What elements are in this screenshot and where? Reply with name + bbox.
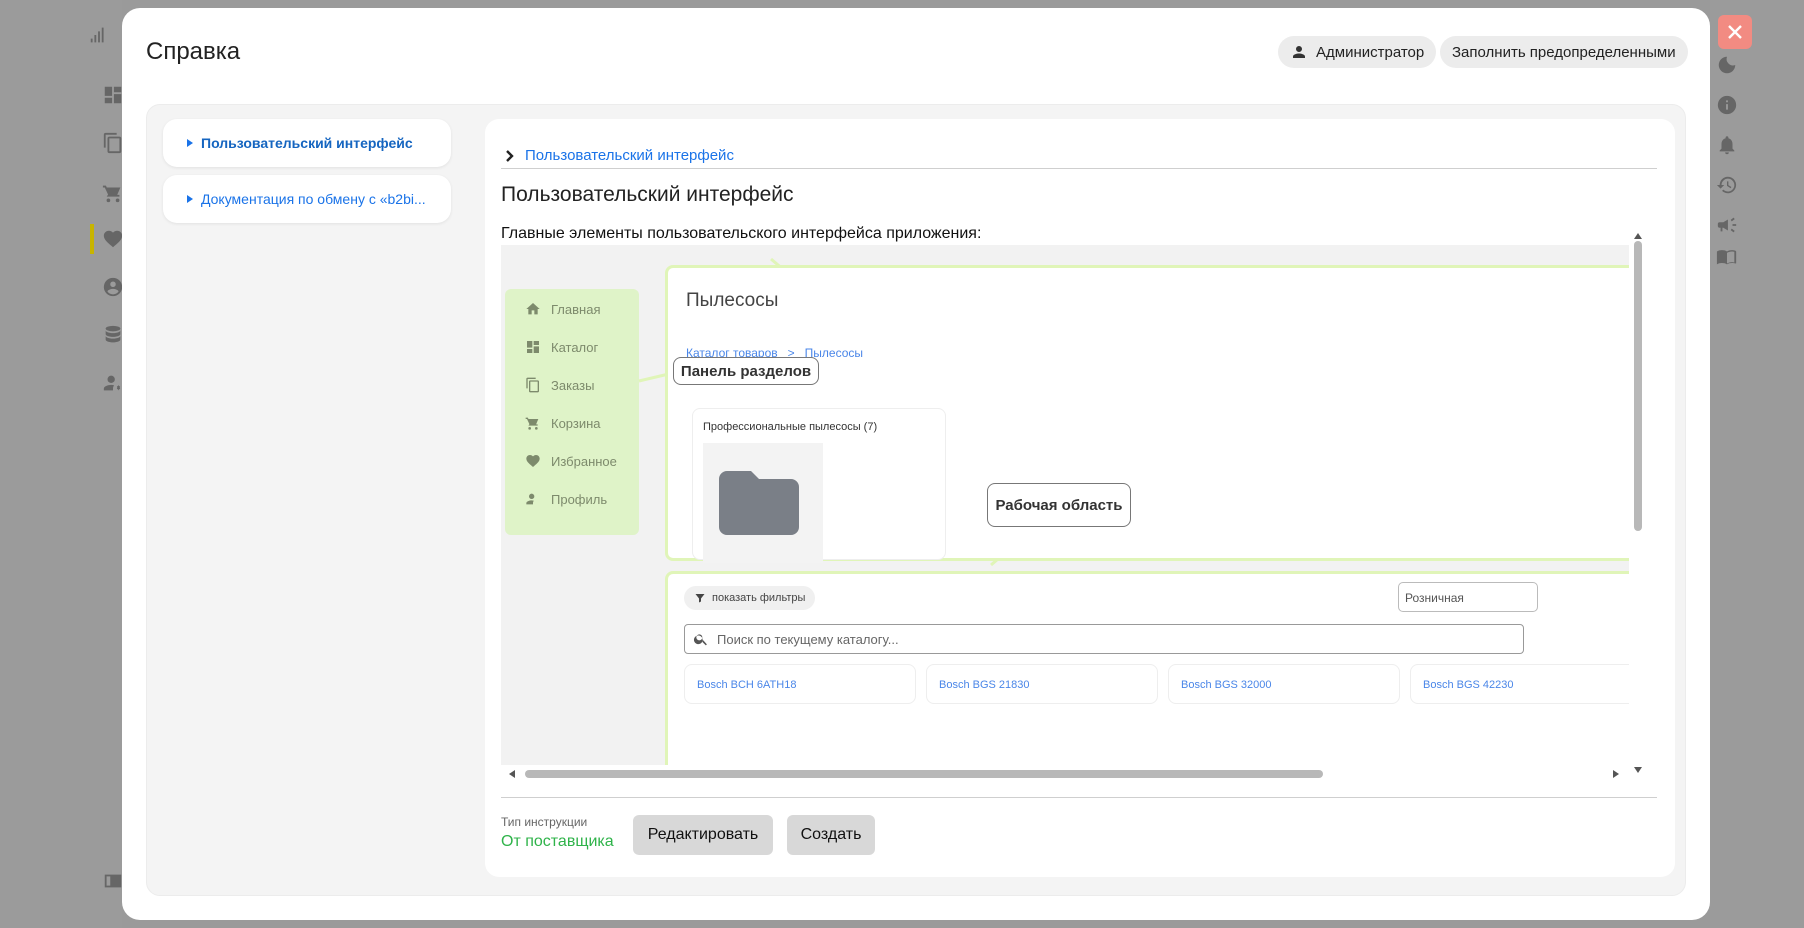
fill-predefined-button[interactable]: Заполнить предопределенными — [1440, 36, 1688, 68]
chevron-right-icon — [506, 149, 514, 162]
breadcrumb-link[interactable]: Пользовательский интерфейс — [525, 147, 734, 164]
illustration-search-field: Поиск по текущему каталогу... — [684, 624, 1524, 654]
bell-icon — [1716, 134, 1738, 156]
dialog-title: Справка — [146, 38, 241, 65]
person-icon — [1293, 46, 1305, 58]
active-section-marker — [90, 224, 94, 254]
folder-icon — [703, 443, 823, 563]
logo-icon — [88, 24, 110, 46]
instruction-type-value: От поставщика — [501, 833, 614, 850]
fill-predefined-label: Заполнить предопределенными — [1452, 43, 1676, 61]
cart-icon — [102, 182, 124, 204]
nav-item-label: Пользовательский интерфейс — [201, 135, 413, 151]
create-button[interactable]: Создать — [787, 815, 875, 855]
illustration-product-card: Bosch BCH 6ATH18 — [684, 664, 916, 704]
account-icon — [102, 276, 124, 298]
administrator-button[interactable]: Администратор — [1278, 36, 1437, 68]
copy-icon — [102, 132, 124, 154]
illustration-product-card: Bosch BGS 42230 — [1410, 664, 1629, 704]
divider — [501, 168, 1657, 169]
article-lead: Главные элементы пользовательского интер… — [501, 225, 982, 242]
scroll-up-icon[interactable] — [1634, 233, 1642, 239]
article-panel: Пользовательский интерфейс Пользовательс… — [485, 119, 1675, 877]
illustration-product-card: Bosch BGS 21830 — [926, 664, 1158, 704]
illustration-viewport[interactable]: Главная Каталог Заказы Корзина Избранное… — [501, 245, 1629, 765]
callout-sections-panel: Панель разделов — [673, 357, 819, 385]
info-icon — [1716, 94, 1738, 116]
scroll-right-icon[interactable] — [1613, 770, 1619, 778]
nav-item-exchange-docs[interactable]: Документация по обмену с «b2bi... — [163, 175, 451, 223]
close-dialog-button[interactable] — [1718, 15, 1752, 49]
illustration-work-area: Пылесосы Каталог товаров > Пылесосы Проф… — [665, 265, 1629, 563]
expand-triangle-icon — [187, 139, 193, 147]
dashboard-icon — [102, 84, 124, 106]
edit-button[interactable]: Редактировать — [633, 815, 773, 855]
illustration-category-card: Профессиональные пылесосы (7) — [692, 408, 946, 563]
illustration-page-title: Пылесосы — [686, 290, 779, 311]
illustration-card-title: Профессиональные пылесосы (7) — [703, 421, 878, 433]
history-icon — [1716, 174, 1738, 196]
close-icon — [1728, 25, 1742, 39]
user-settings-icon — [102, 372, 124, 394]
expand-triangle-icon — [187, 195, 193, 203]
instruction-type-label: Тип инструкции — [501, 815, 588, 829]
vertical-scroll-thumb[interactable] — [1634, 241, 1642, 531]
horizontal-scroll-thumb[interactable] — [525, 770, 1323, 778]
collapse-panel-icon — [102, 870, 124, 892]
illustration-catalog-area: показать фильтры Розничная Поиск по теку… — [665, 571, 1629, 765]
database-icon — [102, 324, 124, 346]
book-icon — [1716, 246, 1738, 268]
nav-item-label: Документация по обмену с «b2bi... — [201, 191, 426, 207]
callout-work-area: Рабочая область — [987, 483, 1131, 527]
dialog-content: Пользовательский интерфейс Документация … — [146, 104, 1686, 896]
nav-item-user-interface[interactable]: Пользовательский интерфейс — [163, 119, 451, 167]
filter-icon — [695, 594, 705, 603]
horizontal-scrollbar[interactable] — [501, 765, 1647, 783]
administrator-label: Администратор — [1316, 43, 1425, 61]
moon-icon — [1716, 54, 1738, 76]
illustration-price-select: Розничная — [1398, 582, 1538, 612]
search-icon — [693, 634, 707, 646]
vertical-scrollbar[interactable] — [1629, 231, 1647, 783]
illustration-product-card: Bosch BGS 32000 — [1168, 664, 1400, 704]
heart-icon — [102, 228, 124, 250]
megaphone-icon — [1716, 214, 1738, 236]
help-dialog: Справка Администратор Заполнить предопре… — [122, 8, 1710, 920]
breadcrumb: Пользовательский интерфейс — [503, 147, 734, 164]
illustration-filter-button: показать фильтры — [684, 586, 816, 610]
divider — [501, 797, 1657, 798]
article-heading: Пользовательский интерфейс — [501, 183, 794, 206]
scroll-left-icon[interactable] — [509, 770, 515, 778]
